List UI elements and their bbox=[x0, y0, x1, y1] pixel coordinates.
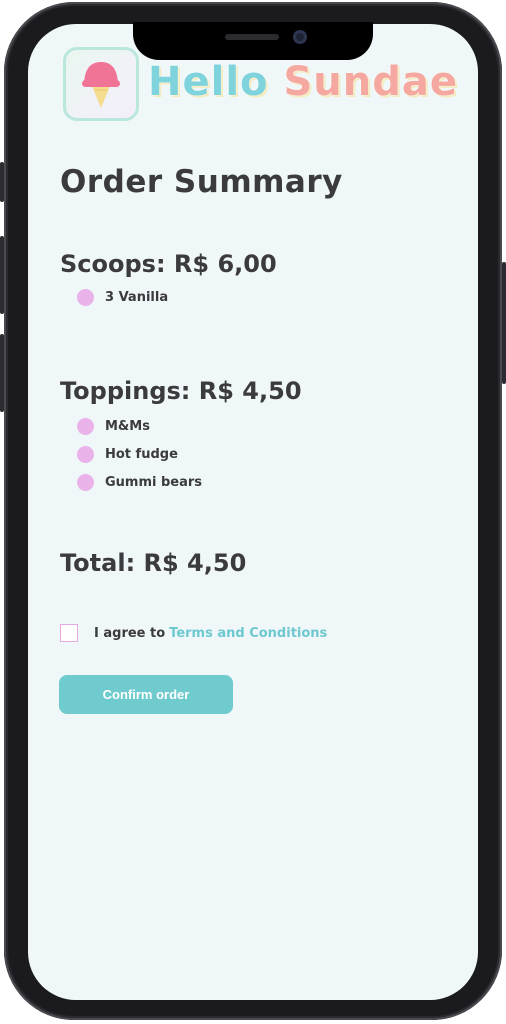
bullet-icon bbox=[77, 445, 94, 463]
app-brand-name: Hello Sundae bbox=[148, 52, 458, 112]
terms-link[interactable]: Terms and Conditions bbox=[169, 626, 327, 641]
scoops-title: Scoops: R$ 6,00 bbox=[60, 250, 277, 278]
phone-volume-up bbox=[0, 236, 4, 314]
terms-checkbox[interactable] bbox=[60, 624, 78, 642]
list-item: Gummi bears bbox=[60, 468, 302, 496]
phone-volume-down bbox=[0, 334, 4, 412]
bullet-icon bbox=[77, 417, 94, 435]
brand-word-hello: Hello bbox=[148, 59, 269, 105]
list-item: 3 Vanilla bbox=[60, 283, 277, 311]
list-item: Hot fudge bbox=[60, 440, 302, 468]
topping-item-label: Hot fudge bbox=[105, 446, 178, 462]
list-item: M&Ms bbox=[60, 412, 302, 440]
front-camera bbox=[293, 30, 307, 44]
brand-word-sundae: Sundae bbox=[283, 59, 458, 105]
app-logo bbox=[63, 47, 139, 121]
app-screen: Hello Sundae Order Summary Scoops: R$ 6,… bbox=[28, 24, 478, 1000]
speaker-grille bbox=[225, 34, 279, 40]
scoop-item-label: 3 Vanilla bbox=[105, 289, 169, 305]
topping-item-label: Gummi bears bbox=[105, 474, 203, 490]
topping-item-label: M&Ms bbox=[105, 418, 150, 434]
phone-power-button bbox=[502, 262, 506, 384]
toppings-title: Toppings: R$ 4,50 bbox=[60, 377, 302, 405]
toppings-section: Toppings: R$ 4,50 M&Ms Hot fudge Gummi b… bbox=[60, 377, 302, 496]
bullet-icon bbox=[77, 473, 94, 491]
terms-agreement: I agree to Terms and Conditions bbox=[60, 624, 327, 642]
confirm-order-button[interactable]: Confirm order bbox=[59, 675, 233, 714]
terms-label: I agree to bbox=[94, 625, 166, 641]
toppings-list: M&Ms Hot fudge Gummi bears bbox=[60, 412, 302, 496]
order-total: Total: R$ 4,50 bbox=[60, 549, 247, 577]
ice-cream-icon bbox=[82, 62, 120, 108]
page-title: Order Summary bbox=[60, 164, 343, 200]
phone-side-button bbox=[0, 162, 4, 202]
phone-notch bbox=[133, 22, 373, 60]
scoops-section: Scoops: R$ 6,00 3 Vanilla bbox=[60, 250, 277, 311]
scoops-list: 3 Vanilla bbox=[60, 283, 277, 311]
bullet-icon bbox=[77, 288, 94, 306]
